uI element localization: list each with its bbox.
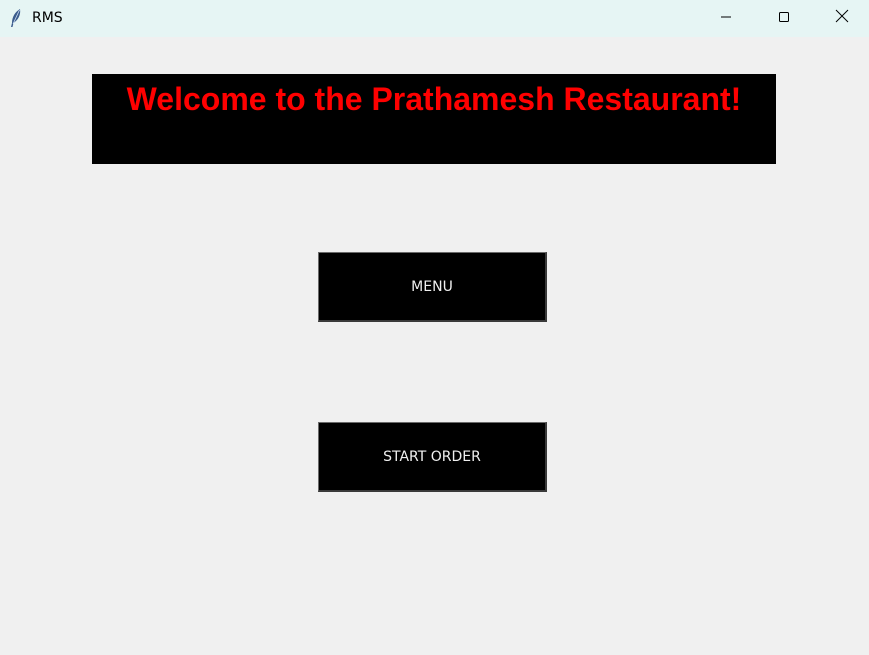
close-button[interactable]: [813, 0, 869, 37]
menu-button[interactable]: MENU: [318, 252, 547, 322]
welcome-heading: Welcome to the Prathamesh Restaurant!: [126, 81, 742, 117]
maximize-icon: [778, 10, 790, 28]
minimize-icon: [720, 10, 732, 28]
window-title: RMS: [32, 10, 63, 26]
start-order-button-label: START ORDER: [383, 448, 481, 465]
title-bar[interactable]: RMS: [0, 0, 869, 37]
close-icon: [835, 9, 849, 28]
minimize-button[interactable]: [697, 0, 755, 37]
menu-button-label: MENU: [411, 278, 453, 295]
app-window: RMS Welcome to the Prathamesh Restaurant…: [0, 0, 869, 655]
start-order-button[interactable]: START ORDER: [318, 422, 547, 492]
feather-icon: [9, 8, 23, 28]
welcome-banner: Welcome to the Prathamesh Restaurant!: [92, 74, 776, 164]
maximize-button[interactable]: [755, 0, 813, 37]
